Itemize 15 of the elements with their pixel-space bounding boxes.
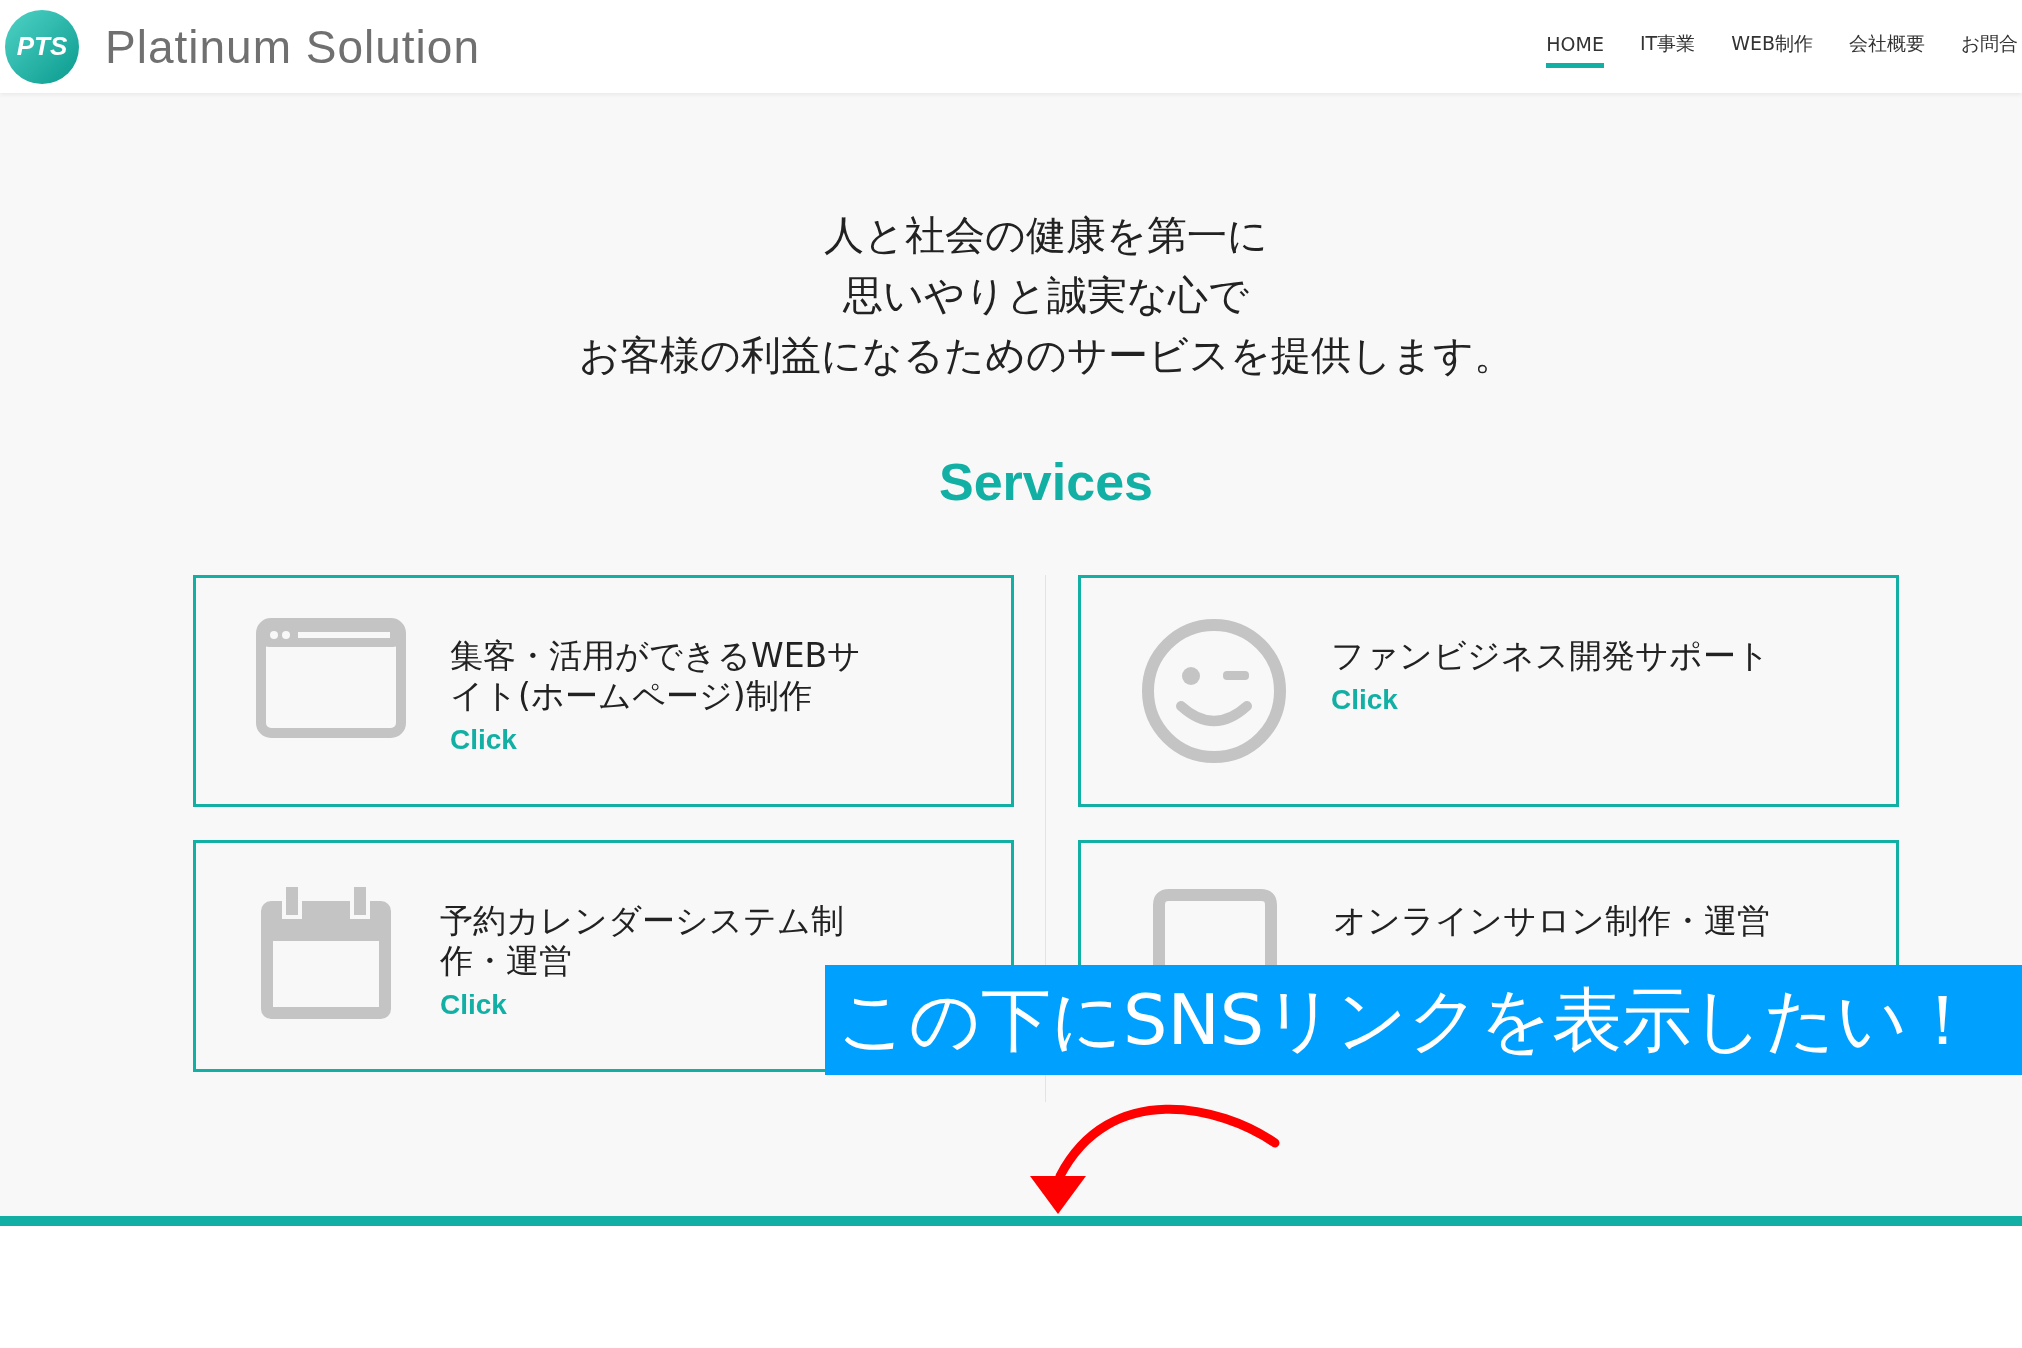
services-heading: Services <box>939 452 1153 513</box>
tablet-icon <box>1153 889 1277 965</box>
service-title: 集客・活用ができるWEBサイト(ホームページ)制作 <box>450 636 863 716</box>
nav-link[interactable]: HOME <box>1546 25 1604 68</box>
nav-link[interactable]: 会社概要 <box>1849 23 1925 70</box>
site-name[interactable]: Platinum Solution <box>105 19 480 74</box>
service-title: ファンビジネス開発サポート <box>1331 636 1771 676</box>
winking-face-icon <box>1141 618 1287 764</box>
service-title: オンラインサロン制作・運営 <box>1333 901 1771 941</box>
annotation-banner: この下にSNSリンクを表示したい！ <box>825 965 2022 1075</box>
nav-link[interactable]: IT事業 <box>1639 23 1696 70</box>
browser-window-icon <box>256 618 406 738</box>
tagline: 人と社会の健康を第一に 思いやりと誠実な心で お客様の利益になるためのサービスを提供します。 <box>578 211 1514 380</box>
nav-link[interactable]: お問合 <box>1961 23 2018 70</box>
nav-link[interactable]: WEB制作 <box>1731 23 1813 70</box>
